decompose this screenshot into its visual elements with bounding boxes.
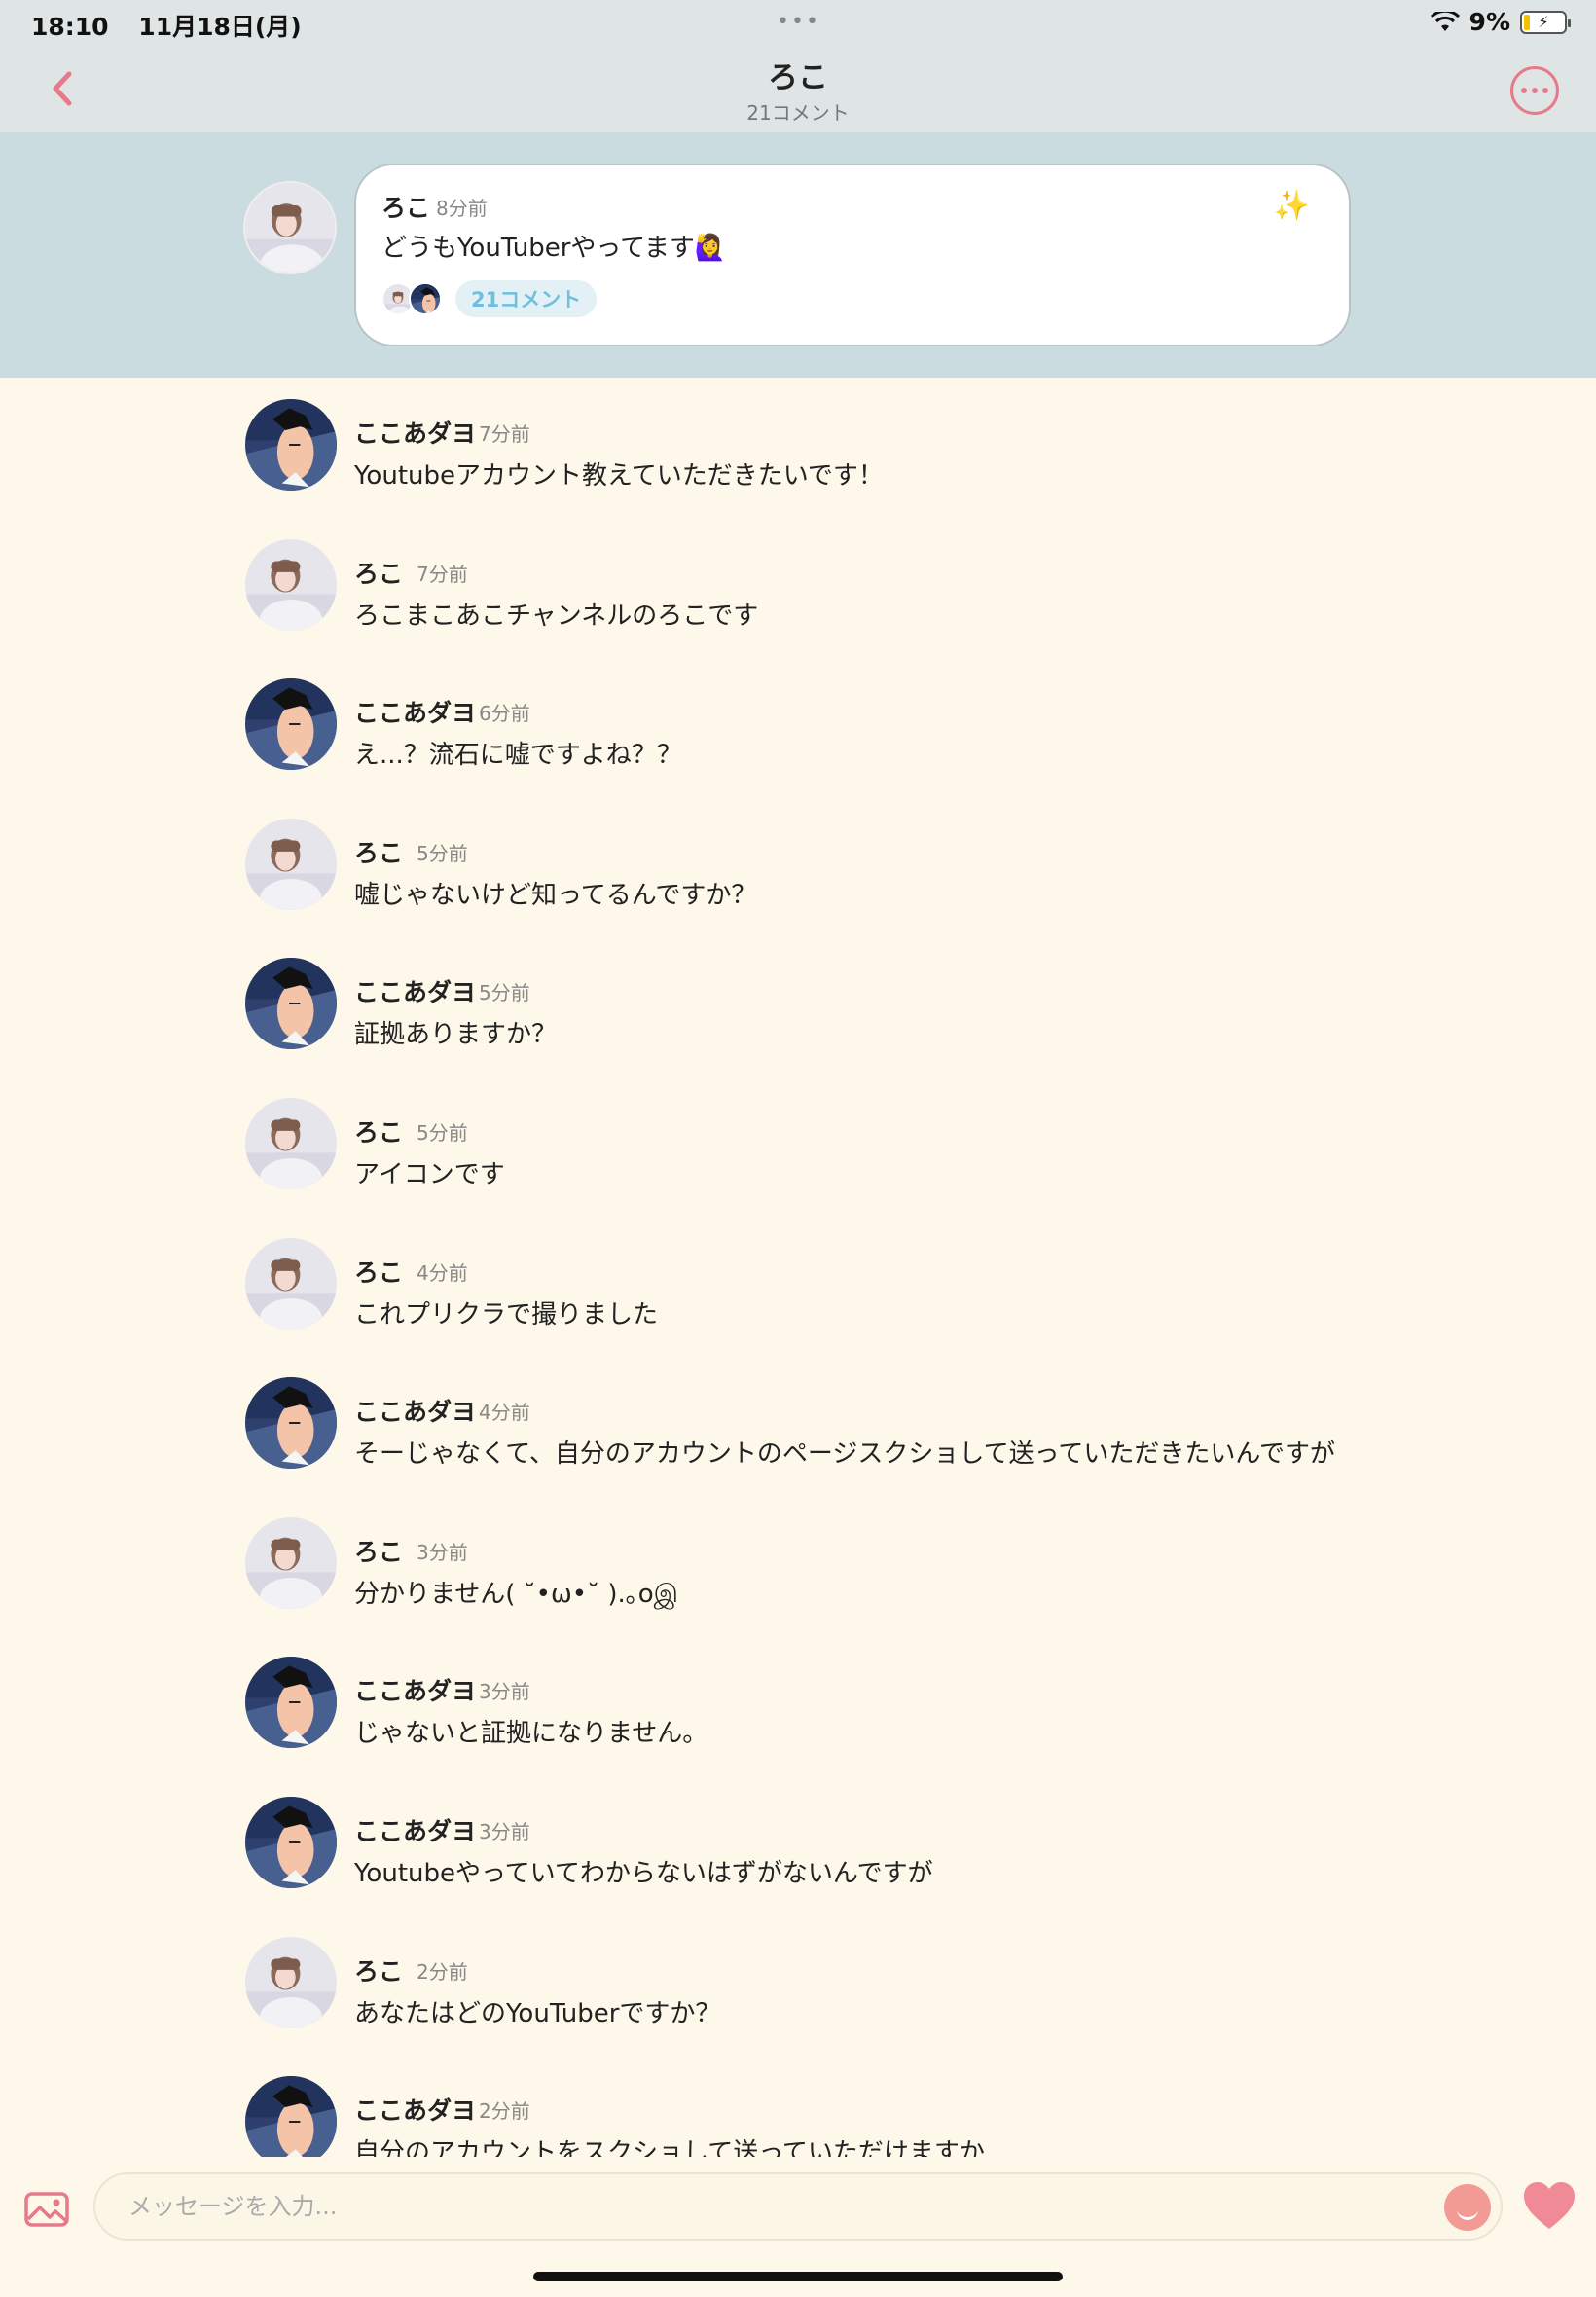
list-item[interactable]: ここあダヨ 3分前 Youtubeやっていてわからないはずがないんですが — [0, 1775, 1596, 1915]
message-input[interactable] — [93, 2172, 1503, 2241]
comment-time: 4分前 — [417, 1261, 468, 1285]
list-item[interactable]: ろこ 5分前嘘じゃないけど知ってるんですか？ — [0, 797, 1596, 937]
comment-time: 5分前 — [479, 981, 530, 1004]
comment-text: じゃないと証拠になりません。 — [354, 1719, 708, 1748]
list-item[interactable]: ろこ 2分前あなたはどのYouTuberですか？ — [0, 1915, 1596, 2056]
smile-icon[interactable] — [1444, 2184, 1491, 2231]
comment-count-badge[interactable]: 21コメント — [455, 280, 598, 317]
top-bar: 18:10 11月18日(月) ••• 9% ⚡ ろこ 21コメント — [0, 0, 1596, 132]
avatar[interactable] — [245, 2076, 337, 2157]
comment-text: Youtubeアカウント教えていただきたいです！ — [354, 461, 884, 491]
multitasking-dots-icon[interactable]: ••• — [777, 10, 820, 34]
list-item[interactable]: ここあダヨ 7分前 Youtubeアカウント教えていただきたいです！ — [0, 378, 1596, 518]
status-time: 18:10 11月18日(月) — [31, 8, 302, 43]
comment-author[interactable]: ここあダヨ — [354, 1672, 476, 1707]
comment-author[interactable]: ろこ — [354, 1952, 403, 1987]
comment-time: 5分前 — [417, 1121, 468, 1145]
list-item[interactable]: ろこ 7分前ろこまこあこチャンネルのろこです — [0, 518, 1596, 658]
comment-text: これプリクラで撮りました — [354, 1300, 659, 1330]
comment-author[interactable]: ろこ — [354, 1533, 403, 1568]
comment-text: ろこまこあこチャンネルのろこです — [354, 602, 759, 631]
avatar[interactable] — [245, 399, 337, 491]
comment-author[interactable]: ここあダヨ — [354, 1393, 476, 1428]
comment-time: 7分前 — [479, 422, 530, 446]
heart-icon[interactable] — [1522, 2180, 1577, 2231]
comment-author[interactable]: ここあダヨ — [354, 2092, 476, 2127]
comment-count: 21コメント — [746, 101, 850, 125]
avatar[interactable] — [245, 1657, 337, 1748]
comment-text: 自分のアカウントをスクショして送っていただけますか — [354, 2138, 985, 2157]
comment-time: 3分前 — [417, 1541, 468, 1564]
list-item[interactable]: ここあダヨ 3分前じゃないと証拠になりません。 — [0, 1635, 1596, 1775]
status-indicators: 9% ⚡ — [1430, 8, 1571, 36]
comment-time: 2分前 — [417, 1960, 468, 1984]
list-item[interactable]: ろこ 3分前分かりません( ˘•ω•˘ ).｡oஇ — [0, 1496, 1596, 1636]
wifi-icon — [1430, 11, 1460, 31]
comment-time: 6分前 — [479, 702, 530, 725]
list-item[interactable]: ここあダヨ 5分前証拠ありますか？ — [0, 936, 1596, 1076]
list-item[interactable]: ここあダヨ 6分前え...？流石に嘘ですよね？？ — [0, 657, 1596, 797]
comment-text: そーじゃなくて、自分のアカウントのページスクショして送っていただきたいんですが — [354, 1440, 1336, 1469]
avatar[interactable] — [245, 678, 337, 770]
comment-text: アイコンです — [354, 1160, 505, 1189]
avatar[interactable] — [245, 1797, 337, 1888]
comment-time: 7分前 — [417, 563, 468, 586]
comment-author[interactable]: ここあダヨ — [354, 415, 476, 450]
comment-author[interactable]: ろこ — [354, 834, 403, 869]
avatar[interactable] — [245, 1517, 337, 1609]
comment-time: 4分前 — [479, 1401, 530, 1424]
battery-icon: ⚡ — [1520, 10, 1571, 34]
avatar[interactable] — [245, 1098, 337, 1189]
comment-text: 証拠ありますか？ — [354, 1020, 558, 1049]
more-horizontal-icon — [1521, 88, 1527, 93]
comment-author[interactable]: ここあダヨ — [354, 973, 476, 1008]
post-author[interactable]: ろこ — [381, 189, 430, 224]
comment-time: 5分前 — [417, 842, 468, 865]
post-text: どうもYouTuberやってます🙋‍♀️ — [381, 234, 727, 263]
avatar[interactable] — [245, 1238, 337, 1330]
image-icon[interactable] — [23, 2186, 70, 2233]
comment-list[interactable]: ここあダヨ 7分前 Youtubeアカウント教えていただきたいです！ ろこ 7分前 ろこま… — [0, 378, 1596, 2157]
list-item[interactable]: ここあダヨ 4分前そーじゃなくて、自分のアカウントのページスクショして送っていただ… — [0, 1356, 1596, 1496]
comment-time: 3分前 — [479, 1680, 530, 1703]
more-options-button[interactable] — [1510, 66, 1559, 115]
home-indicator[interactable] — [533, 2272, 1063, 2281]
comment-time: 3分前 — [479, 1820, 530, 1843]
list-item[interactable]: ろこ 5分前アイコンです — [0, 1076, 1596, 1217]
avatar[interactable] — [245, 1937, 337, 2028]
avatar — [409, 282, 442, 315]
avatar[interactable] — [245, 1377, 337, 1469]
date: 11月18日(月) — [138, 13, 302, 41]
comment-text: 嘘じゃないけど知ってるんですか？ — [354, 881, 757, 910]
original-post-card[interactable]: ろこ 8分前 どうもYouTuberやってます🙋‍♀️ ✨ 21コメント — [354, 164, 1351, 346]
comment-text: 分かりません( ˘•ω•˘ ).｡oஇ — [354, 1580, 678, 1609]
comment-text: Youtubeやっていてわからないはずがないんですが — [354, 1859, 933, 1888]
list-item[interactable]: ろこ 4分前これプリクラで撮りました — [0, 1217, 1596, 1357]
comment-text: あなたはどのYouTuberですか？ — [354, 1999, 721, 2028]
page-title: ろこ — [768, 60, 828, 95]
comment-author[interactable]: ろこ — [354, 555, 403, 590]
post-time: 8分前 — [436, 197, 488, 220]
comment-time: 2分前 — [479, 2099, 530, 2123]
sparkle-icon: ✨ — [1273, 189, 1310, 223]
avatar[interactable] — [245, 539, 337, 631]
comment-author[interactable]: ここあダヨ — [354, 1812, 476, 1847]
commenter-avatars — [381, 282, 442, 315]
comment-author[interactable]: ろこ — [354, 1113, 403, 1148]
battery-percent: 9% — [1469, 8, 1510, 36]
list-item[interactable]: ここあダヨ 2分前自分のアカウントをスクショして送っていただけますか — [0, 2055, 1596, 2157]
clock: 18:10 — [31, 13, 109, 41]
comment-text: え...？流石に嘘ですよね？？ — [354, 741, 682, 770]
comment-author[interactable]: ここあダヨ — [354, 694, 476, 729]
avatar[interactable] — [243, 181, 337, 274]
avatar[interactable] — [245, 958, 337, 1049]
avatar[interactable] — [245, 819, 337, 910]
comment-author[interactable]: ろこ — [354, 1254, 403, 1289]
